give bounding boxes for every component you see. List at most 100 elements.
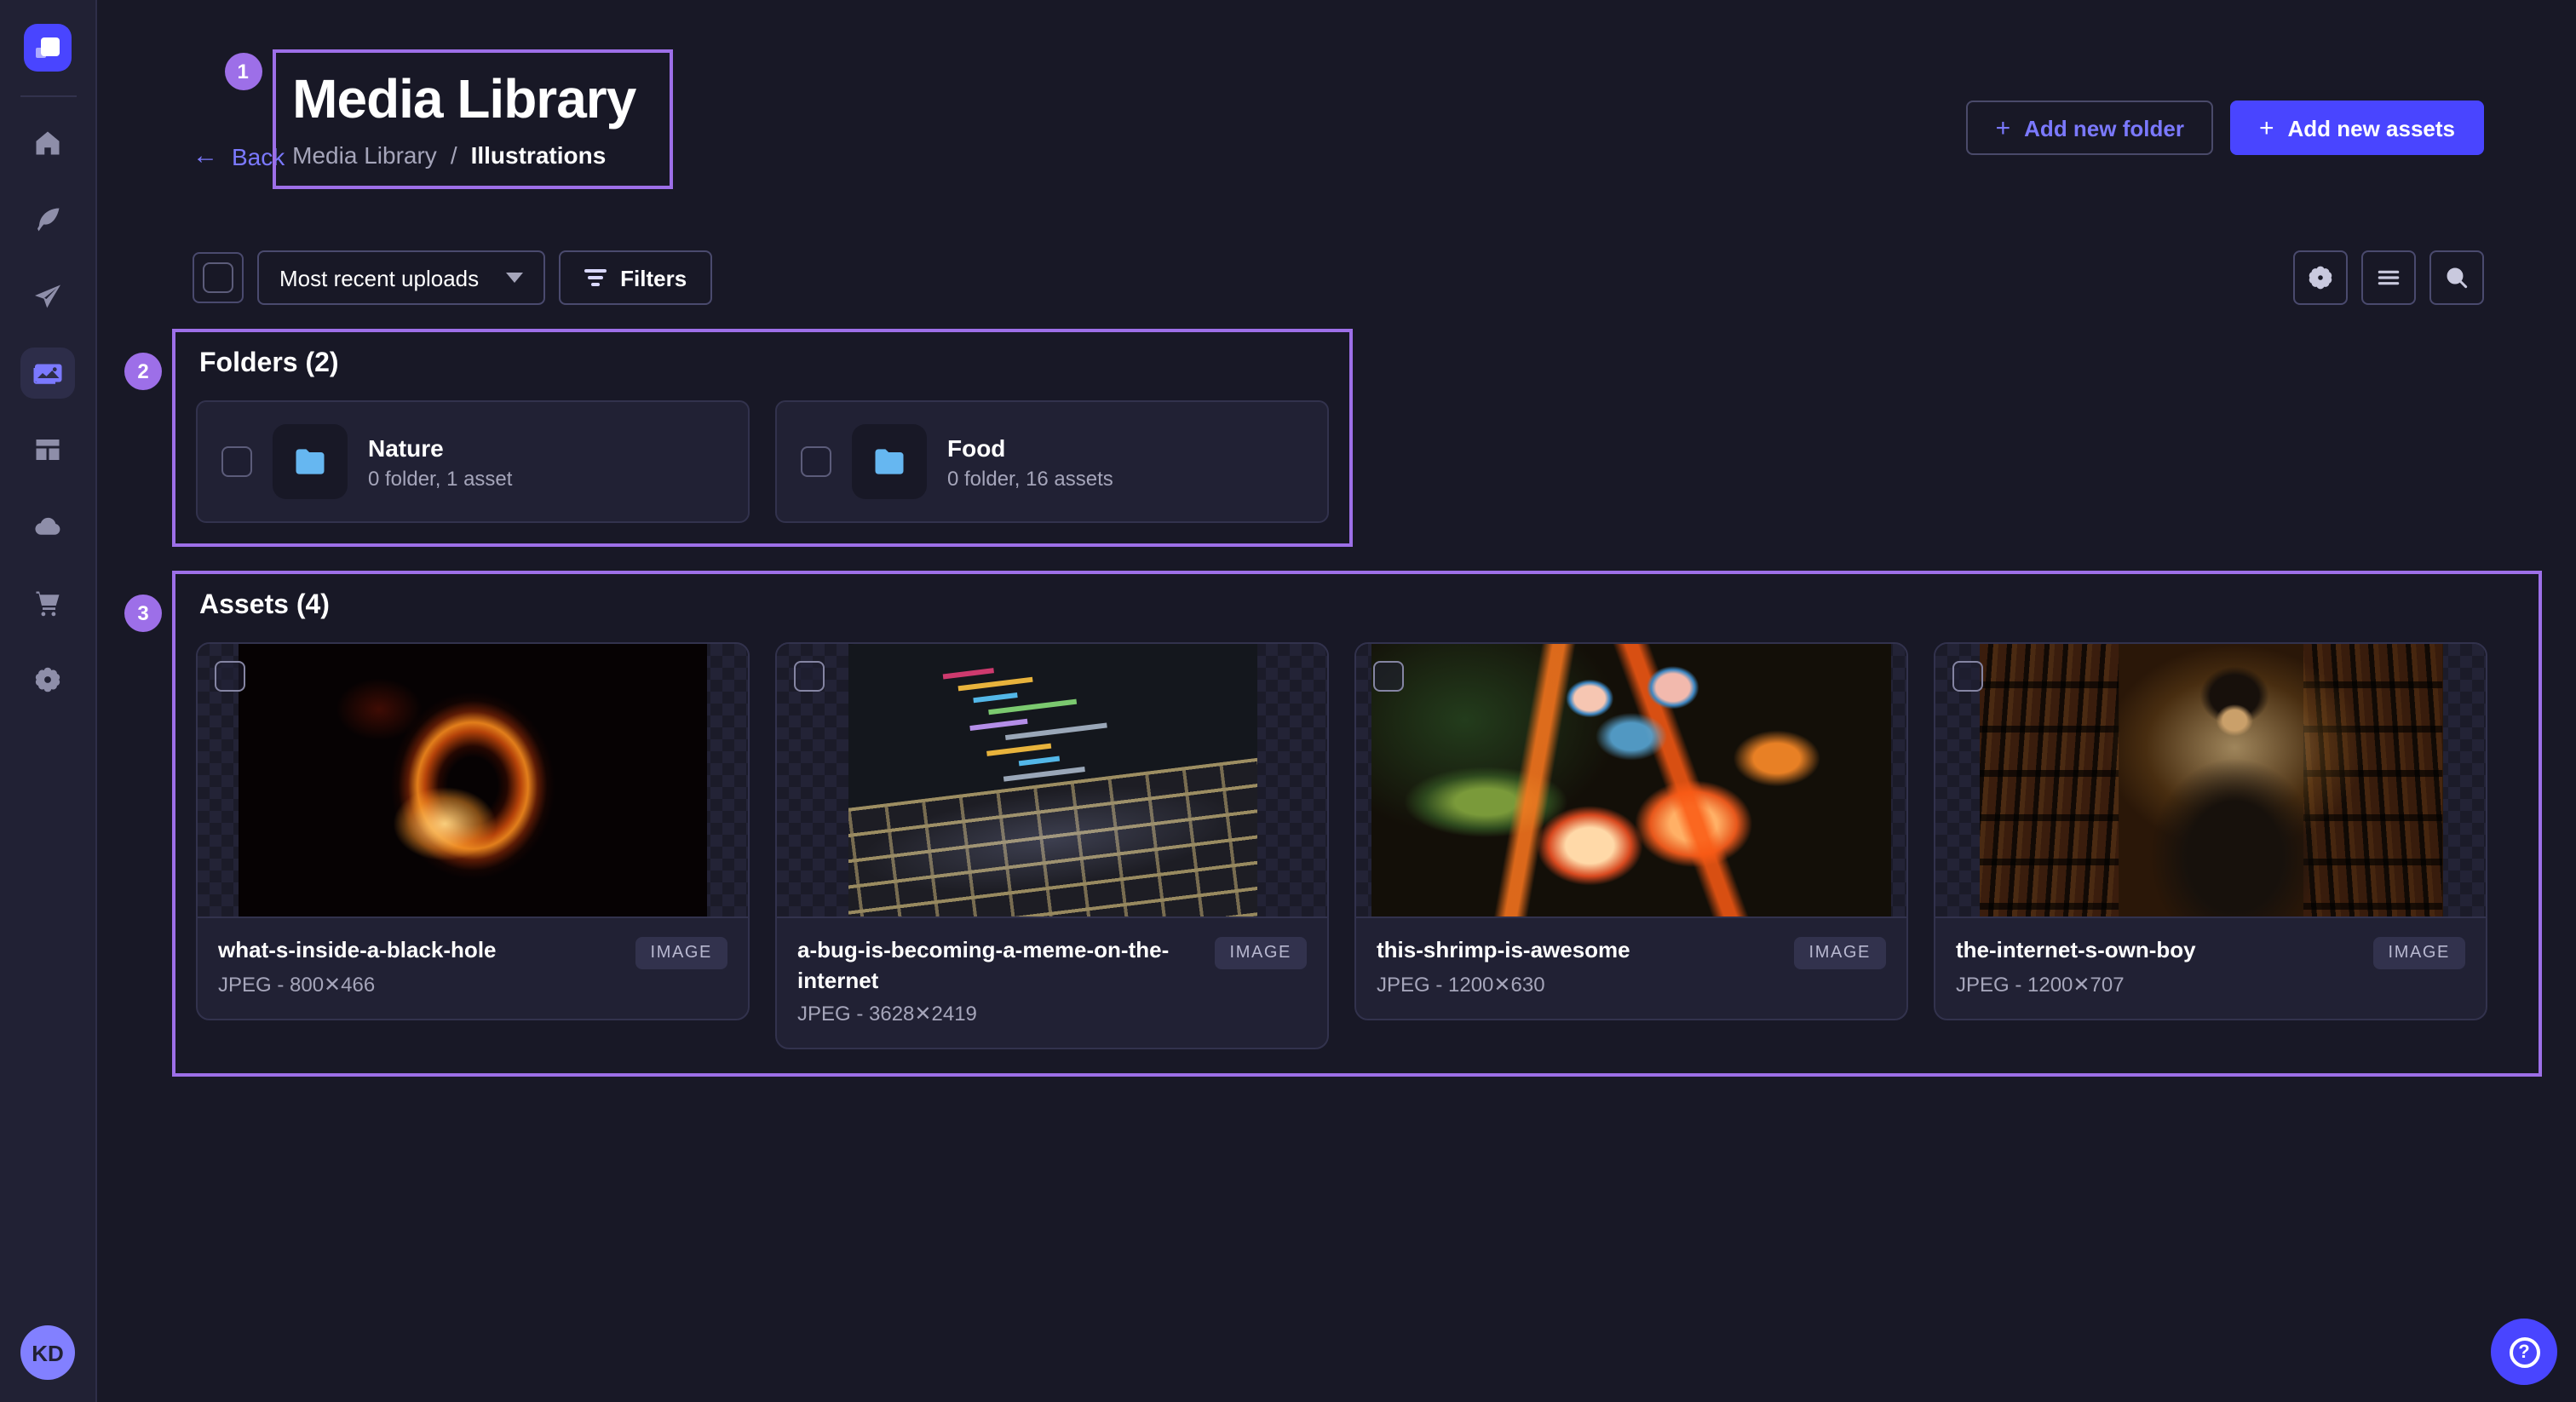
asset-checkbox[interactable] <box>1952 662 1983 692</box>
help-button[interactable]: ? <box>2491 1319 2557 1385</box>
list-view-button[interactable] <box>2361 251 2416 306</box>
asset-meta: JPEG - 3628✕2419 <box>797 1003 1201 1026</box>
asset-grid: what-s-inside-a-black-hole JPEG - 800✕46… <box>196 643 2518 1050</box>
asset-type-badge: IMAGE <box>635 938 727 970</box>
folder-card-nature[interactable]: Nature 0 folder, 1 asset <box>196 401 750 524</box>
add-folder-label: Add new folder <box>2024 115 2184 141</box>
annotation-badge-1: 1 <box>224 53 262 90</box>
folder-name: Nature <box>368 434 512 462</box>
annotation-badge-3: 3 <box>124 595 162 633</box>
breadcrumb-separator: / <box>451 142 457 170</box>
sidebar-nav <box>20 118 75 705</box>
plus-icon: + <box>1996 115 2011 141</box>
folder-name: Food <box>947 434 1113 462</box>
app-window: KD ← Back + Add new folder + Add new ass… <box>0 0 2576 1402</box>
gear-icon <box>32 664 63 695</box>
annotation-box-2: 2 Folders (2) Nature 0 folder, 1 asset <box>172 330 1353 548</box>
folder-checkbox[interactable] <box>801 447 831 478</box>
sidebar-item-content-manager[interactable] <box>20 194 75 245</box>
main-content: ← Back + Add new folder + Add new assets… <box>97 0 2576 1402</box>
asset-thumbnail <box>198 645 748 917</box>
strapi-logo[interactable] <box>24 24 72 72</box>
feather-icon <box>32 204 63 235</box>
breadcrumb-current: Illustrations <box>471 142 607 170</box>
annotation-badge-2: 2 <box>124 353 162 391</box>
folders-heading: Folders (2) <box>199 350 1329 381</box>
cloud-icon <box>32 511 63 542</box>
sidebar-item-releases[interactable] <box>20 271 75 322</box>
plus-icon: + <box>2259 115 2274 141</box>
folder-icon <box>291 444 329 481</box>
assets-heading: Assets (4) <box>199 592 2518 623</box>
sort-dropdown-value: Most recent uploads <box>279 266 479 291</box>
home-icon <box>32 128 63 158</box>
laptop-code-photo <box>848 645 1256 917</box>
folder-icon <box>871 444 908 481</box>
filters-button[interactable]: Filters <box>559 251 712 306</box>
asset-thumbnail <box>1935 645 2486 917</box>
annotation-box-3: 3 Assets (4) what-s-inside-a-black-hole … <box>172 572 2542 1077</box>
black-hole-photo <box>239 645 707 917</box>
folder-icon-wrap <box>273 425 348 500</box>
user-avatar[interactable]: KD <box>20 1325 75 1380</box>
chevron-down-icon <box>506 273 523 284</box>
gear-icon <box>2307 265 2334 292</box>
asset-card-internets-own-boy[interactable]: the-internet-s-own-boy JPEG - 1200✕707 I… <box>1934 643 2487 1020</box>
sidebar-item-deploy[interactable] <box>20 501 75 552</box>
annotation-box-1: 1 Media Library Media Library/Illustrati… <box>272 49 673 190</box>
grid-settings-button[interactable] <box>2293 251 2348 306</box>
asset-checkbox[interactable] <box>1373 662 1404 692</box>
folder-card-food[interactable]: Food 0 folder, 16 assets <box>775 401 1329 524</box>
paper-plane-icon <box>32 281 63 312</box>
sidebar-item-settings[interactable] <box>20 654 75 705</box>
asset-meta: JPEG - 1200✕630 <box>1377 973 1630 997</box>
select-all-field[interactable] <box>193 253 244 304</box>
sidebar-item-content-type-builder[interactable] <box>20 424 75 475</box>
search-icon <box>2443 265 2470 292</box>
asset-card-bug-meme[interactable]: a-bug-is-becoming-a-meme-on-the-internet… <box>775 643 1329 1050</box>
question-mark-icon: ? <box>2509 1336 2539 1367</box>
asset-checkbox[interactable] <box>215 662 245 692</box>
folder-meta: 0 folder, 16 assets <box>947 467 1113 491</box>
breadcrumb-parent[interactable]: Media Library <box>292 142 437 170</box>
logo-shape-light <box>36 48 46 58</box>
layout-icon <box>32 434 63 465</box>
back-link[interactable]: ← Back <box>193 143 285 170</box>
add-new-folder-button[interactable]: + Add new folder <box>1967 101 2213 155</box>
asset-thumbnail <box>777 645 1327 917</box>
sidebar: KD <box>0 0 97 1402</box>
toolbar: Most recent uploads Filters <box>193 251 2484 306</box>
asset-name: the-internet-s-own-boy <box>1956 936 2196 966</box>
add-new-assets-button[interactable]: + Add new assets <box>2230 101 2484 155</box>
asset-thumbnail <box>1356 645 1906 917</box>
asset-type-badge: IMAGE <box>1794 938 1886 970</box>
list-icon <box>2375 265 2402 292</box>
mantis-shrimp-photo <box>1371 645 1891 917</box>
sidebar-item-media-library[interactable] <box>20 348 75 399</box>
folder-checkbox[interactable] <box>221 447 252 478</box>
header-actions: + Add new folder + Add new assets <box>1967 101 2484 155</box>
sidebar-divider <box>20 95 76 97</box>
asset-card-shrimp[interactable]: this-shrimp-is-awesome JPEG - 1200✕630 I… <box>1354 643 1908 1020</box>
asset-meta: JPEG - 800✕466 <box>218 973 497 997</box>
asset-meta: JPEG - 1200✕707 <box>1956 973 2196 997</box>
back-arrow-icon: ← <box>193 144 218 170</box>
filter-icon <box>584 270 607 287</box>
sidebar-item-home[interactable] <box>20 118 75 169</box>
asset-type-badge: IMAGE <box>1215 938 1307 970</box>
asset-type-badge: IMAGE <box>2373 938 2465 970</box>
search-button[interactable] <box>2429 251 2484 306</box>
page-title: Media Library <box>292 66 635 132</box>
filters-label: Filters <box>620 266 687 291</box>
library-portrait-photo <box>1979 645 2442 917</box>
cart-icon <box>32 588 63 618</box>
asset-name: this-shrimp-is-awesome <box>1377 936 1630 966</box>
breadcrumb: Media Library / Illustrations <box>292 142 635 170</box>
media-library-icon <box>32 358 63 388</box>
asset-card-black-hole[interactable]: what-s-inside-a-black-hole JPEG - 800✕46… <box>196 643 750 1020</box>
asset-name: what-s-inside-a-black-hole <box>218 936 497 966</box>
sidebar-item-marketplace[interactable] <box>20 577 75 629</box>
asset-checkbox[interactable] <box>794 662 825 692</box>
sort-dropdown[interactable]: Most recent uploads <box>257 251 545 306</box>
select-all-checkbox[interactable] <box>203 263 233 294</box>
